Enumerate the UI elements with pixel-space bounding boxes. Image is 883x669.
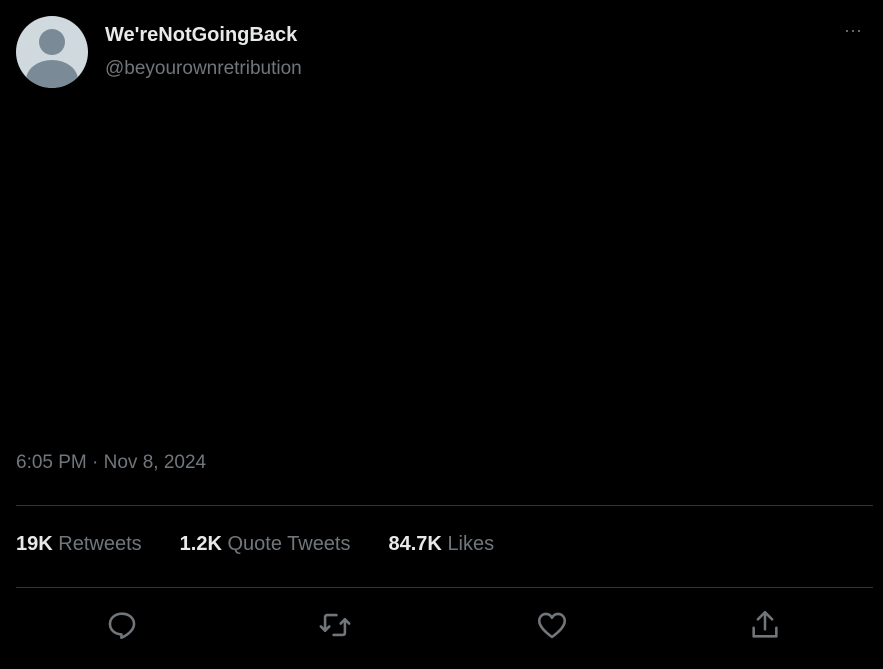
reply-button[interactable] — [99, 602, 145, 648]
retweets-stat[interactable]: 19K Retweets — [16, 533, 142, 556]
tweet-timestamp[interactable]: 6:05 PM · Nov 8, 2024 — [16, 452, 206, 474]
author-handle[interactable]: @beyourownretribution — [105, 58, 302, 80]
quote-tweets-label: Quote Tweets — [227, 533, 351, 555]
divider-bottom — [16, 587, 873, 588]
retweets-label: Retweets — [58, 533, 142, 555]
avatar-head-shape — [39, 29, 65, 55]
share-button[interactable] — [742, 602, 788, 648]
likes-label: Likes — [447, 533, 495, 555]
likes-stat[interactable]: 84.7K Likes — [389, 533, 495, 556]
more-horizontal-icon[interactable]: ··· — [839, 16, 867, 44]
avatar-shoulders-shape — [26, 60, 78, 88]
share-icon — [752, 610, 778, 638]
retweet-icon — [319, 613, 351, 637]
avatar[interactable] — [16, 16, 88, 88]
tweet-header: We'reNotGoingBack @beyourownretribution … — [16, 16, 867, 88]
author-display-name[interactable]: We'reNotGoingBack — [105, 24, 297, 47]
divider-top — [16, 505, 873, 506]
likes-count: 84.7K — [388, 533, 442, 555]
quote-tweets-stat[interactable]: 1.2K Quote Tweets — [180, 533, 351, 556]
quote-tweets-count: 1.2K — [179, 533, 222, 555]
like-button[interactable] — [529, 602, 575, 648]
heart-icon — [537, 612, 567, 639]
retweet-button[interactable] — [312, 602, 358, 648]
engagement-stats: 19K Retweets 1.2K Quote Tweets 84.7K Lik… — [16, 533, 532, 556]
tweet-actions — [16, 602, 873, 648]
retweets-count: 19K — [16, 533, 53, 555]
reply-icon — [108, 612, 136, 640]
